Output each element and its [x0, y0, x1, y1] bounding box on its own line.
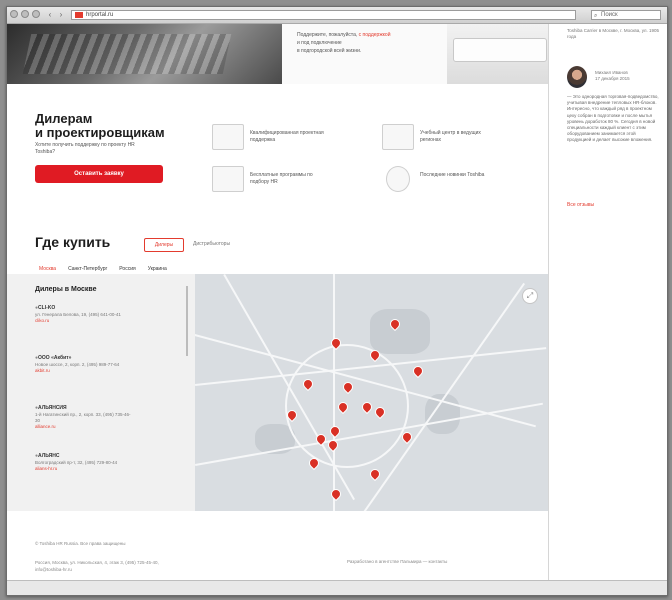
map-park	[370, 309, 430, 354]
certificate-icon	[212, 124, 244, 150]
dealers-section: Дилерам и проектировщикам Хотите получит…	[7, 84, 548, 224]
address-text: hrportal.ru	[86, 12, 114, 18]
author-info: Михаил Иванов 17 декабря 2015	[595, 70, 661, 82]
sidebar-top-text: Toshiba Carrier в Москве, г. Москва, ул.…	[567, 28, 660, 39]
author-date: 17 декабря 2015	[595, 76, 630, 81]
dealers-title: Дилерам и проектировщикам	[35, 112, 165, 140]
search-placeholder: Поиск	[601, 12, 618, 18]
dealer-name: АЛЬЯНСИЯ	[35, 404, 135, 412]
dealer-list: Дилеры в Москве CLI-KO ул. Генерала Бело…	[7, 274, 195, 511]
dealer-name: АЛЬЯНС	[35, 452, 135, 460]
feature-text: Бесплатные программы по подбору HR	[250, 172, 313, 185]
map-pin[interactable]	[328, 486, 344, 502]
feature-text: Учебный центр в ведущих регионах	[420, 130, 481, 143]
city-tab-moscow[interactable]: Москва	[39, 266, 56, 272]
city-tab-spb[interactable]: Санкт-Петербург	[68, 266, 107, 272]
list-item[interactable]: ООО «Акбит» Новое шоссе, 2, корп. 2, (49…	[35, 354, 135, 374]
forward-button[interactable]: ›	[56, 10, 66, 19]
dealer-name: ООО «Акбит»	[35, 354, 135, 362]
avatar	[567, 66, 587, 88]
hero-text-1: Поддержите, пожалуйста,	[297, 32, 359, 38]
close-dot[interactable]	[10, 10, 18, 18]
dealers-title-2: и проектировщикам	[35, 125, 165, 140]
dealer-address: ул. Генерала Белова, 19, (495) 641-00-41	[35, 312, 121, 317]
map-pin[interactable]	[410, 363, 426, 379]
review-sidebar: Toshiba Carrier в Москве, г. Москва, ул.…	[548, 24, 667, 595]
feature-item: Последние новинки Toshiba	[382, 166, 502, 196]
all-reviews-link[interactable]: Все отзывы	[567, 202, 594, 208]
window-controls	[10, 10, 40, 18]
maximize-dot[interactable]	[32, 10, 40, 18]
hero-text: Поддержите, пожалуйста, с поддержкой и п…	[297, 31, 437, 55]
list-item[interactable]: АЛЬЯНСИЯ 1-й Нагатинский пр., 2, корп. 3…	[35, 404, 135, 430]
footer-contacts: Россия, Москва, ул. Никольская, 4, этаж …	[35, 560, 159, 572]
feature-text: Последние новинки Toshiba	[420, 172, 485, 178]
hero-image-left	[7, 24, 282, 84]
footer-copyright: © Toshiba HR Russia. Все права защищены	[35, 541, 126, 546]
footer-credits[interactable]: Разработано в агентстве Пальмира — конта…	[347, 559, 447, 564]
dealer-list-title: Дилеры в Москве	[35, 286, 97, 293]
tab-dealers[interactable]: Дилеры	[144, 238, 184, 252]
list-item[interactable]: CLI-KO ул. Генерала Белова, 19, (495) 64…	[35, 304, 135, 324]
dealers-title-1: Дилерам	[35, 111, 93, 126]
feature-item: Бесплатные программы по подбору HR	[212, 166, 332, 196]
feature-item: Квалифицированная проектная поддержка	[212, 124, 332, 154]
dealer-name: CLI-KO	[35, 304, 135, 312]
monitor-icon	[212, 166, 244, 192]
document-icon	[382, 124, 414, 150]
browser-status-bar	[7, 580, 667, 595]
favicon-icon	[75, 12, 83, 18]
list-scrollbar[interactable]	[186, 286, 188, 356]
dealers-subtitle: Хотите получить поддержку по проекту HR …	[35, 142, 135, 155]
hero-text-3: в подгородской всей жизни.	[297, 48, 362, 54]
dealer-link[interactable]: cliko.ru	[35, 318, 135, 324]
list-item[interactable]: АЛЬЯНС Волгоградский пр-т, 32, (495) 729…	[35, 452, 135, 472]
map-pin[interactable]	[367, 466, 383, 482]
author-name: Михаил Иванов	[595, 70, 628, 75]
page-main: Поддержите, пожалуйста, с поддержкой и п…	[7, 24, 548, 595]
city-tab-russia[interactable]: Россия	[119, 266, 135, 272]
hero-text-2: и под подключение	[297, 40, 342, 46]
browser-window: ‹ › hrportal.ru ⌕ Поиск Поддержите, пожа…	[6, 6, 668, 596]
feature-item: Учебный центр в ведущих регионах	[382, 124, 502, 154]
tab-distributors[interactable]: Дистрибьюторы	[193, 241, 230, 247]
leave-request-button[interactable]: Оставить заявку	[35, 165, 163, 183]
dealer-link[interactable]: alians-hr.ru	[35, 466, 135, 472]
where-title: Где купить	[35, 234, 111, 250]
lightbulb-icon	[386, 166, 410, 192]
minimize-dot[interactable]	[21, 10, 29, 18]
dealer-address: 1-й Нагатинский пр., 2, корп. 33, (495) …	[35, 412, 131, 423]
review-quote: — Это однородная торговая-подведомство, …	[567, 94, 659, 143]
hero-link[interactable]: с поддержкой	[359, 32, 391, 38]
fullscreen-icon[interactable]: ⤢	[522, 288, 538, 304]
dealer-link[interactable]: akbit.ru	[35, 368, 135, 374]
hero-banner: Поддержите, пожалуйста, с поддержкой и п…	[7, 24, 548, 84]
dealers-map[interactable]: ⤢	[195, 274, 548, 511]
city-tabs: Москва Санкт-Петербург Россия Украина	[39, 266, 167, 272]
address-bar[interactable]: hrportal.ru	[71, 10, 576, 20]
city-tab-ukraine[interactable]: Украина	[148, 266, 167, 272]
browser-toolbar: ‹ › hrportal.ru ⌕ Поиск	[7, 7, 667, 24]
back-button[interactable]: ‹	[45, 10, 55, 19]
dealer-link[interactable]: alliance.ru	[35, 424, 135, 430]
browser-search[interactable]: ⌕ Поиск	[591, 10, 661, 20]
air-conditioner-image	[447, 24, 548, 84]
search-icon: ⌕	[594, 13, 598, 19]
feature-text: Квалифицированная проектная поддержка	[250, 130, 324, 143]
